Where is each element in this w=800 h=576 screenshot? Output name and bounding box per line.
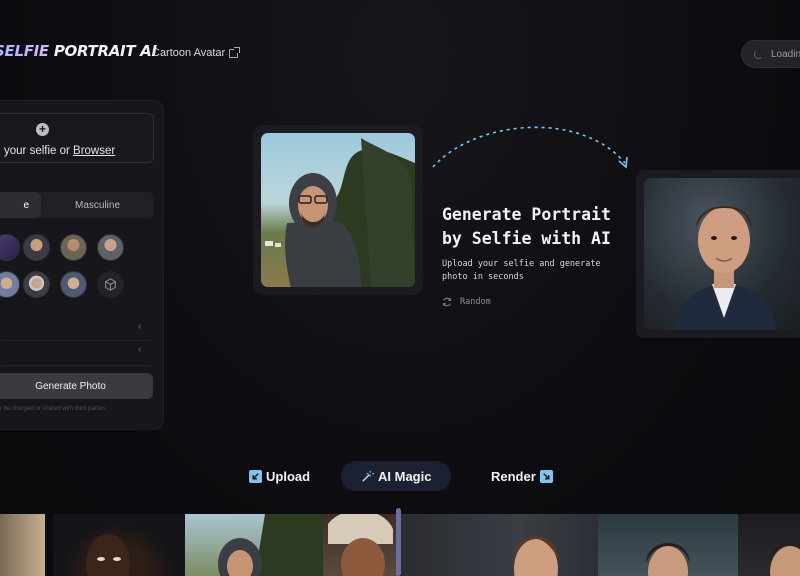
loading-label: Loadin xyxy=(771,48,800,60)
logo-selfie: SELFIE xyxy=(0,42,49,60)
chevron-left-icon[interactable]: ‹ xyxy=(138,344,141,355)
selfie-example-image xyxy=(261,133,415,287)
upload-dropzone[interactable]: + your selfie or Browser xyxy=(0,113,154,163)
dashed-arrow-icon xyxy=(432,126,628,169)
style-avatar-1[interactable] xyxy=(0,234,20,261)
style-avatar-3[interactable] xyxy=(60,234,87,261)
step-render-label: Render xyxy=(491,468,536,484)
style-avatar-7[interactable] xyxy=(60,271,87,298)
hero-title: Generate Portrait by Selfie with AI xyxy=(442,203,611,251)
logo-portrait-ai: PORTRAIT AI xyxy=(53,42,157,60)
style-avatar-6[interactable] xyxy=(23,271,50,298)
gallery-image-5[interactable] xyxy=(401,514,598,576)
gender-option-feminine[interactable]: e xyxy=(0,192,41,218)
hero-title-line-1: Generate Portrait xyxy=(442,205,611,224)
cartoon-avatar-link[interactable]: Cartoon Avatar xyxy=(152,46,241,59)
style-avatar-5[interactable] xyxy=(0,271,20,298)
style-avatar-4[interactable] xyxy=(97,234,124,261)
portrait-result-card xyxy=(636,170,800,338)
privacy-note: r be charged or shared with third partie… xyxy=(0,406,107,412)
gallery-image-3[interactable] xyxy=(185,514,323,576)
generate-photo-button[interactable]: Generate Photo xyxy=(0,373,153,399)
gender-option-masculine[interactable]: Masculine xyxy=(41,192,154,218)
gallery-image-4[interactable] xyxy=(323,514,398,576)
external-link-icon xyxy=(229,46,241,58)
chevron-left-icon[interactable]: ‹ xyxy=(138,321,141,332)
step-ai-magic[interactable]: AI Magic xyxy=(341,461,452,491)
divider xyxy=(1,340,151,341)
logo[interactable]: SELFIE PORTRAIT AI xyxy=(0,42,157,60)
gallery-image-2[interactable] xyxy=(53,514,185,576)
browser-link[interactable]: Browser xyxy=(73,145,115,157)
generate-photo-label: Generate Photo xyxy=(35,380,106,392)
random-button[interactable]: Random xyxy=(442,297,491,307)
selfie-example-card xyxy=(253,125,423,295)
loading-button[interactable]: Loadin xyxy=(741,40,800,68)
hero-title-line-2: by Selfie with AI xyxy=(442,229,611,248)
upload-text: your selfie or Browser xyxy=(4,145,115,157)
gallery-image-1[interactable] xyxy=(0,514,45,576)
step-ai-magic-label: AI Magic xyxy=(378,468,432,484)
cartoon-avatar-label: Cartoon Avatar xyxy=(152,47,226,59)
spinner-icon xyxy=(754,49,763,59)
arrow-down-right-icon xyxy=(539,469,553,483)
style-avatar-2[interactable] xyxy=(23,234,50,261)
gallery-image-7[interactable] xyxy=(738,514,800,576)
gender-toggle: e Masculine xyxy=(0,192,154,218)
arrow-down-left-icon xyxy=(249,469,262,483)
step-upload-label: Upload xyxy=(266,468,311,484)
cube-icon xyxy=(105,278,116,291)
process-steps: Upload AI Magic Render xyxy=(0,461,800,491)
step-upload[interactable]: Upload xyxy=(249,461,310,491)
magic-wand-icon xyxy=(362,470,374,482)
custom-style-button[interactable] xyxy=(97,271,124,298)
upload-prefix: your selfie or xyxy=(4,145,74,157)
random-label: Random xyxy=(460,297,491,307)
step-render[interactable]: Render xyxy=(491,461,553,491)
divider xyxy=(1,365,151,366)
hero-subtitle: Upload your selfie and generate photo in… xyxy=(442,259,601,282)
plus-icon: + xyxy=(36,123,49,136)
portrait-result-image xyxy=(644,178,800,330)
refresh-icon xyxy=(443,297,451,307)
compare-slider-handle[interactable] xyxy=(396,508,401,576)
gallery-image-6[interactable] xyxy=(598,514,738,576)
